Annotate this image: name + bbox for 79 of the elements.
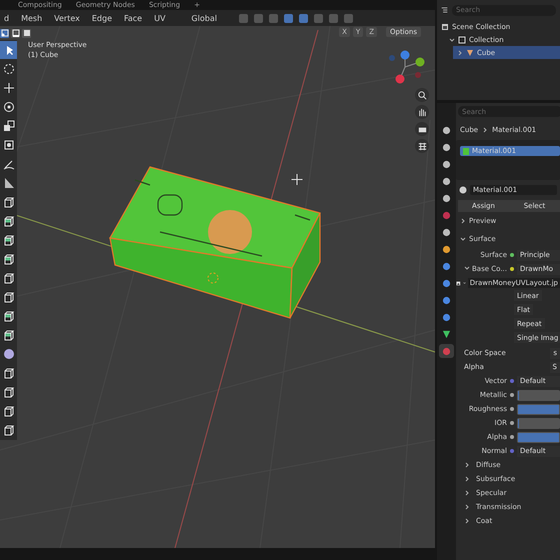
cube-icon xyxy=(2,367,14,379)
menu-item[interactable]: d xyxy=(4,14,10,22)
cube-icon xyxy=(2,272,14,284)
zoom-icon xyxy=(416,90,428,100)
triangle-icon xyxy=(466,48,474,56)
orientation-dropdown[interactable]: Global xyxy=(191,14,217,22)
pencil-icon xyxy=(2,158,14,170)
material-swatch-icon xyxy=(463,148,469,154)
grid-icon xyxy=(416,140,428,152)
chevron-right-icon xyxy=(464,476,470,482)
dot-icon xyxy=(442,176,451,186)
dot-icon xyxy=(442,160,451,168)
zoom-button[interactable] xyxy=(415,88,429,102)
menu-item[interactable]: Mesh xyxy=(21,14,42,22)
square-icon xyxy=(458,36,466,44)
dashed-circle-icon xyxy=(2,63,14,75)
chevron-down-icon xyxy=(464,265,470,271)
crosshair-icon xyxy=(291,174,303,186)
edge-icon xyxy=(12,29,20,37)
chevron-down-icon xyxy=(449,36,455,42)
squares-icon xyxy=(2,120,14,132)
ruler-icon xyxy=(2,177,14,189)
slider-field[interactable] xyxy=(517,390,560,400)
chevron-right-icon xyxy=(464,518,470,524)
chevron-right-icon xyxy=(457,50,463,56)
camera-button[interactable] xyxy=(415,122,429,136)
expand-toggle[interactable] xyxy=(464,265,470,271)
cube-icon xyxy=(2,196,14,208)
list-icon xyxy=(441,5,448,15)
slider-field[interactable] xyxy=(517,418,560,428)
select-mode-button[interactable] xyxy=(11,28,20,38)
chevron-right-icon xyxy=(482,127,488,133)
chevron-right-icon xyxy=(464,462,470,468)
grid-button[interactable] xyxy=(415,139,429,153)
cube-icon xyxy=(2,386,14,398)
expand-toggle[interactable] xyxy=(449,36,455,42)
dot-icon xyxy=(442,262,451,270)
dot-icon xyxy=(442,210,451,220)
dot-icon xyxy=(442,244,451,254)
cube-icon xyxy=(2,291,14,303)
sphere-icon xyxy=(2,348,14,360)
dot-icon xyxy=(442,312,451,322)
expand-toggle[interactable] xyxy=(457,50,463,56)
menu-item[interactable]: Vertex xyxy=(54,14,80,22)
dot-icon xyxy=(442,194,451,202)
menu-item[interactable]: UV xyxy=(154,14,166,22)
hand-button[interactable] xyxy=(415,105,429,119)
menu-item[interactable]: Edge xyxy=(92,14,112,22)
chevron-right-icon xyxy=(464,490,470,496)
cube-icon xyxy=(2,329,14,341)
triangle-icon xyxy=(442,330,451,338)
dot-icon xyxy=(442,278,451,288)
cube-icon xyxy=(2,253,14,265)
cube-icon xyxy=(2,215,14,227)
menu-item[interactable]: Face xyxy=(124,14,142,22)
sphere-icon xyxy=(459,186,467,194)
cube-icon xyxy=(2,405,14,417)
chevron-right-icon xyxy=(460,218,466,224)
dot-icon xyxy=(442,346,451,356)
3d-cursor-icon xyxy=(208,272,218,284)
chevron-down-icon xyxy=(460,236,466,242)
vertex-icon xyxy=(0,29,8,37)
face-icon xyxy=(22,29,30,37)
dot-icon xyxy=(442,228,451,236)
properties-tab[interactable] xyxy=(439,344,454,358)
cube-icon xyxy=(2,310,14,322)
cube-icon xyxy=(2,234,14,246)
image-icon xyxy=(456,278,461,288)
dot-icon xyxy=(442,296,451,304)
dot-icon xyxy=(442,126,451,134)
select-mode-button[interactable] xyxy=(22,28,31,38)
select-mode-button[interactable] xyxy=(0,28,9,38)
cube-icon xyxy=(2,424,14,436)
tool-button[interactable] xyxy=(0,41,17,59)
chevron-right-icon xyxy=(464,504,470,510)
transform-icon xyxy=(2,139,14,151)
dot-icon xyxy=(442,142,451,152)
axis-gizmo xyxy=(389,50,424,84)
box-icon xyxy=(441,22,449,30)
